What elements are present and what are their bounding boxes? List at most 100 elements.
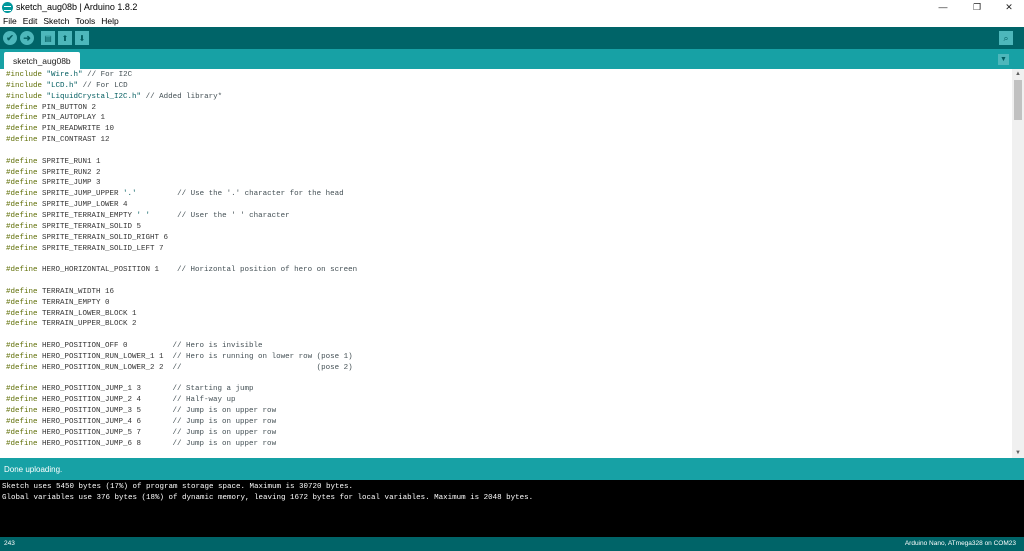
code-line: #define TERRAIN_UPPER_BLOCK 2 — [6, 319, 1012, 330]
code-line: #define PIN_AUTOPLAY 1 — [6, 113, 1012, 124]
code-token: #define — [6, 266, 38, 275]
code-line: #define PIN_READWRITE 10 — [6, 124, 1012, 135]
save-sketch-button[interactable]: ⬇ — [75, 31, 89, 45]
code-token: SPRITE_JUMP 3 — [37, 179, 101, 188]
status-message: Done uploading. — [4, 464, 63, 474]
code-line: #define SPRITE_TERRAIN_SOLID 5 — [6, 222, 1012, 233]
code-line: #define SPRITE_JUMP_LOWER 4 — [6, 200, 1012, 211]
serial-monitor-button[interactable]: ⌕ — [999, 31, 1013, 45]
code-token: HERO_POSITION_RUN_LOWER_1 1 — [37, 352, 173, 361]
code-token: TERRAIN_LOWER_BLOCK 1 — [37, 309, 137, 318]
code-line: #define SPRITE_RUN1 1 — [6, 157, 1012, 168]
console-line: Sketch uses 5450 bytes (17%) of program … — [2, 483, 354, 491]
code-line: #define HERO_POSITION_RUN_LOWER_1 1 // H… — [6, 352, 1012, 363]
maximize-button[interactable]: ❐ — [962, 0, 992, 14]
code-token: #define — [6, 103, 38, 112]
code-token: // Hero is running on lower row (pose 1) — [172, 352, 353, 361]
code-token: '.' — [123, 190, 137, 199]
code-token: SPRITE_JUMP_LOWER 4 — [37, 201, 128, 210]
code-token: // Hero is invisible — [172, 342, 263, 351]
open-sketch-button[interactable]: ⬆ — [58, 31, 72, 45]
code-token: PIN_READWRITE 10 — [37, 125, 115, 134]
code-token: #define — [6, 396, 38, 405]
code-token: HERO_HORIZONTAL_POSITION 1 — [37, 266, 178, 275]
code-token: #define — [6, 342, 38, 351]
code-token: #define — [6, 287, 38, 296]
tab-bar: sketch_aug08b ▼ — [0, 49, 1024, 69]
code-line: #define PIN_BUTTON 2 — [6, 103, 1012, 114]
code-token: HERO_POSITION_JUMP_6 8 — [37, 439, 173, 448]
code-token: PIN_CONTRAST 12 — [37, 136, 110, 145]
code-line: #include "LCD.h" // For LCD — [6, 81, 1012, 92]
board-port-info: Arduino Nano, ATmega328 on COM23 — [904, 540, 1016, 547]
code-token: #define — [6, 125, 38, 134]
code-line: #define SPRITE_TERRAIN_EMPTY ' ' // User… — [6, 211, 1012, 222]
code-text: #include "Wire.h" // For I2C #include "LC… — [0, 69, 1012, 450]
code-token: #define — [6, 309, 38, 318]
menu-file[interactable]: File — [0, 16, 20, 26]
code-token: // (pose 2) — [172, 363, 353, 372]
code-token: #include — [6, 92, 43, 101]
close-button[interactable]: ✕ — [994, 0, 1024, 14]
menu-help[interactable]: Help — [98, 16, 121, 26]
code-token: #define — [6, 439, 38, 448]
scroll-up-icon[interactable]: ▲ — [1012, 69, 1024, 79]
code-token: #define — [6, 114, 38, 123]
code-token: TERRAIN_WIDTH 16 — [37, 287, 115, 296]
verify-button[interactable]: ✔ — [3, 31, 17, 45]
code-token: #define — [6, 233, 38, 242]
code-token: #define — [6, 136, 38, 145]
code-line: #define SPRITE_TERRAIN_SOLID_RIGHT 6 — [6, 233, 1012, 244]
code-token: #define — [6, 320, 38, 329]
upload-button[interactable]: ➜ — [20, 31, 34, 45]
code-token: SPRITE_TERRAIN_SOLID_RIGHT 6 — [37, 233, 169, 242]
code-token: #include — [6, 71, 43, 79]
code-editor[interactable]: #include "Wire.h" // For I2C #include "LC… — [0, 69, 1012, 458]
menu-sketch[interactable]: Sketch — [40, 16, 72, 26]
code-token: PIN_BUTTON 2 — [37, 103, 97, 112]
new-sketch-button[interactable]: ▤ — [41, 31, 55, 45]
code-token: #define — [6, 385, 38, 394]
menu-bar: File Edit Sketch Tools Help — [0, 14, 1024, 27]
scrollbar-thumb[interactable] — [1014, 80, 1022, 120]
code-token: // For I2C — [87, 71, 133, 79]
menu-edit[interactable]: Edit — [20, 16, 41, 26]
title-bar: sketch_aug08b | Arduino 1.8.2 — ❐ ✕ — [0, 0, 1024, 14]
code-token: "LiquidCrystal_I2C.h" — [46, 92, 142, 101]
scroll-down-icon[interactable]: ▼ — [1012, 448, 1024, 458]
editor-scrollbar[interactable]: ▲ ▼ — [1012, 69, 1024, 458]
code-token: #define — [6, 211, 38, 220]
code-token: // For LCD — [82, 81, 128, 90]
code-token: #define — [6, 168, 38, 177]
code-token: #define — [6, 190, 38, 199]
code-token: SPRITE_JUMP_UPPER — [37, 190, 124, 199]
code-token: // Starting a jump — [172, 385, 254, 394]
code-token: // Horizontal position of hero on screen — [177, 266, 358, 275]
code-token: // Jump is on upper row — [172, 418, 277, 426]
code-line: #include "Wire.h" // For I2C — [6, 70, 1012, 81]
code-line: #define HERO_POSITION_JUMP_3 5 // Jump i… — [6, 406, 1012, 417]
status-bar: Done uploading. — [0, 458, 1024, 480]
minimize-button[interactable]: — — [928, 0, 958, 14]
code-token: // Jump is on upper row — [172, 428, 277, 437]
tab-menu-button[interactable]: ▼ — [998, 54, 1009, 65]
code-token: PIN_AUTOPLAY 1 — [37, 114, 106, 123]
code-token: ' ' — [136, 211, 151, 220]
code-token: #define — [6, 407, 38, 416]
menu-tools[interactable]: Tools — [72, 16, 98, 26]
code-line: #define SPRITE_JUMP 3 — [6, 178, 1012, 189]
code-line: #define PIN_CONTRAST 12 — [6, 135, 1012, 146]
code-line: #define SPRITE_RUN2 2 — [6, 168, 1012, 179]
code-line: #define TERRAIN_WIDTH 16 — [6, 287, 1012, 298]
code-token: SPRITE_TERRAIN_SOLID_LEFT 7 — [37, 244, 164, 253]
code-token: TERRAIN_UPPER_BLOCK 2 — [37, 320, 137, 329]
code-token: HERO_POSITION_OFF 0 — [37, 342, 173, 351]
tab-sketch[interactable]: sketch_aug08b — [4, 52, 80, 69]
code-token: SPRITE_RUN1 1 — [37, 157, 101, 166]
code-token: #define — [6, 418, 38, 426]
code-line: #define TERRAIN_LOWER_BLOCK 1 — [6, 309, 1012, 320]
